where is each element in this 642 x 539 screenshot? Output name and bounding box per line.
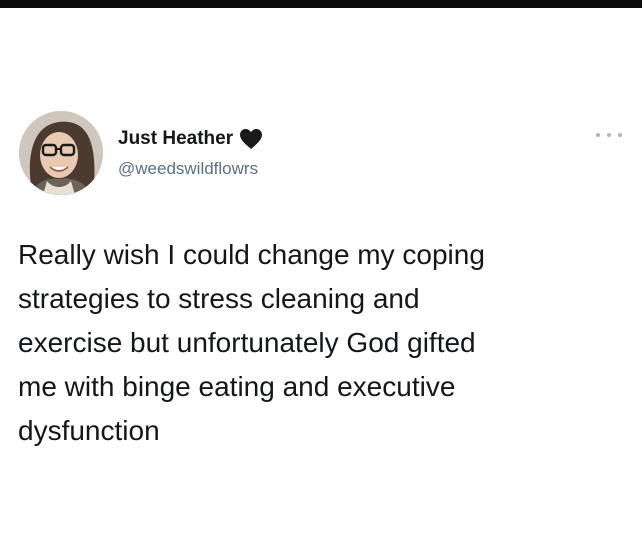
user-avatar-photo	[19, 111, 103, 195]
avatar[interactable]	[19, 111, 103, 195]
author-handle[interactable]: @weedswildflowrs	[118, 158, 258, 180]
more-dot	[607, 133, 611, 137]
more-dot	[618, 133, 622, 137]
tweet-text-line: strategies to stress cleaning and	[18, 283, 420, 314]
tweet-text-line: Really wish I could change my coping	[18, 239, 485, 270]
tweet-text: Really wish I could change my coping str…	[18, 233, 618, 453]
tweet-text-line: dysfunction	[18, 415, 160, 446]
author-name-row: Just Heather	[118, 126, 263, 152]
tweet-text-line: me with binge eating and executive	[18, 371, 456, 402]
tweet-text-line: exercise but unfortunately God gifted	[18, 327, 476, 358]
black-heart-icon	[239, 128, 263, 150]
tweet-card: Just Heather @weedswildflowrs Really wis…	[0, 0, 642, 539]
more-options-icon[interactable]	[596, 128, 622, 142]
author-display-name[interactable]: Just Heather	[118, 126, 233, 152]
more-dot	[596, 133, 600, 137]
